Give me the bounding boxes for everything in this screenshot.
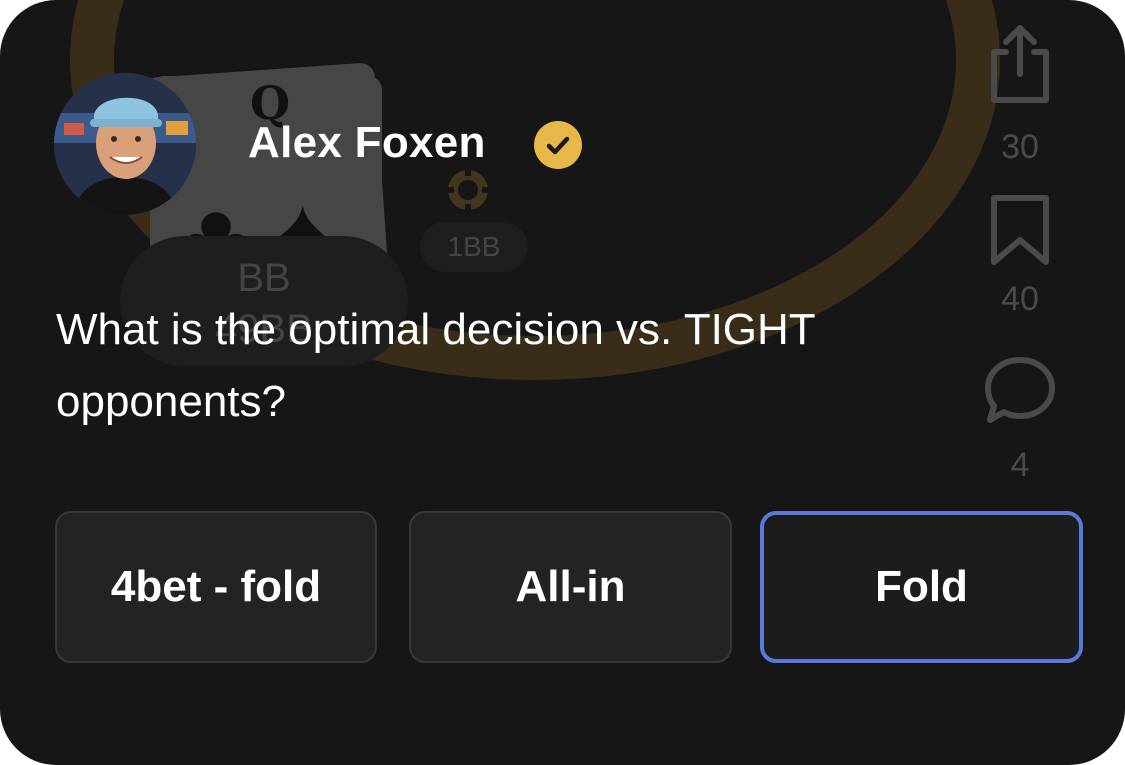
comment-count: 4 <box>1010 446 1030 484</box>
answer-option-fold[interactable]: Fold <box>760 511 1083 663</box>
bookmark-icon[interactable] <box>988 192 1052 266</box>
answer-label: All-in <box>515 562 626 611</box>
author-name[interactable]: Alex Foxen <box>248 118 486 168</box>
question-text: What is the optimal decision vs. TIGHT o… <box>56 305 815 426</box>
avatar-photo <box>54 73 196 215</box>
quiz-card: Q ♣ ♠ BB 49BB 1BB 30 40 <box>0 0 1125 765</box>
comment-action[interactable]: 4 <box>970 354 1070 485</box>
verified-badge-icon <box>534 121 582 169</box>
answer-option-all-in[interactable]: All-in <box>409 511 732 663</box>
share-count: 30 <box>1001 128 1039 166</box>
chip-icon <box>446 168 490 212</box>
bookmark-count: 40 <box>1001 280 1039 318</box>
answer-label: Fold <box>875 562 968 611</box>
answer-option-4bet-fold[interactable]: 4bet - fold <box>55 511 377 663</box>
comment-icon[interactable] <box>982 354 1058 426</box>
share-action[interactable]: 30 <box>970 22 1070 167</box>
answer-label: 4bet - fold <box>110 562 322 611</box>
author-avatar[interactable] <box>54 73 196 215</box>
bet-amount: 1BB <box>420 222 528 272</box>
share-icon[interactable] <box>988 22 1052 104</box>
bookmark-action[interactable]: 40 <box>970 192 1070 319</box>
